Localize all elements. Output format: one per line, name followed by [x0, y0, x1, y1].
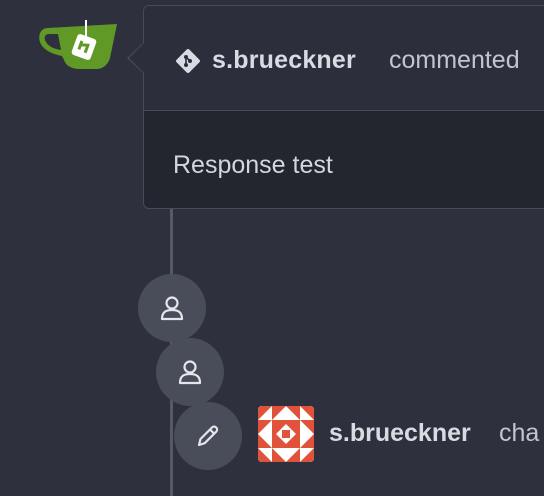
person-icon [160, 296, 184, 321]
git-icon [176, 49, 200, 73]
gitea-logo-icon[interactable] [38, 14, 118, 72]
comment-card: s.brueckner commented Response test [143, 5, 544, 209]
comment-header: s.brueckner commented [144, 6, 544, 111]
event-action: cha [499, 419, 540, 447]
event-badge-edit [174, 402, 242, 470]
comment-body: Response test [144, 111, 544, 208]
event-badge-person [138, 274, 206, 342]
event-author[interactable]: s.brueckner [329, 419, 471, 448]
avatar[interactable] [258, 406, 314, 462]
person-icon [178, 360, 202, 385]
comment-text: Response test [173, 151, 333, 179]
event-badge-person [156, 338, 224, 406]
comment-pointer-fill [129, 43, 144, 73]
comment-author[interactable]: s.brueckner [212, 46, 356, 75]
pencil-icon [197, 425, 219, 447]
comment-action: commented [389, 46, 520, 74]
